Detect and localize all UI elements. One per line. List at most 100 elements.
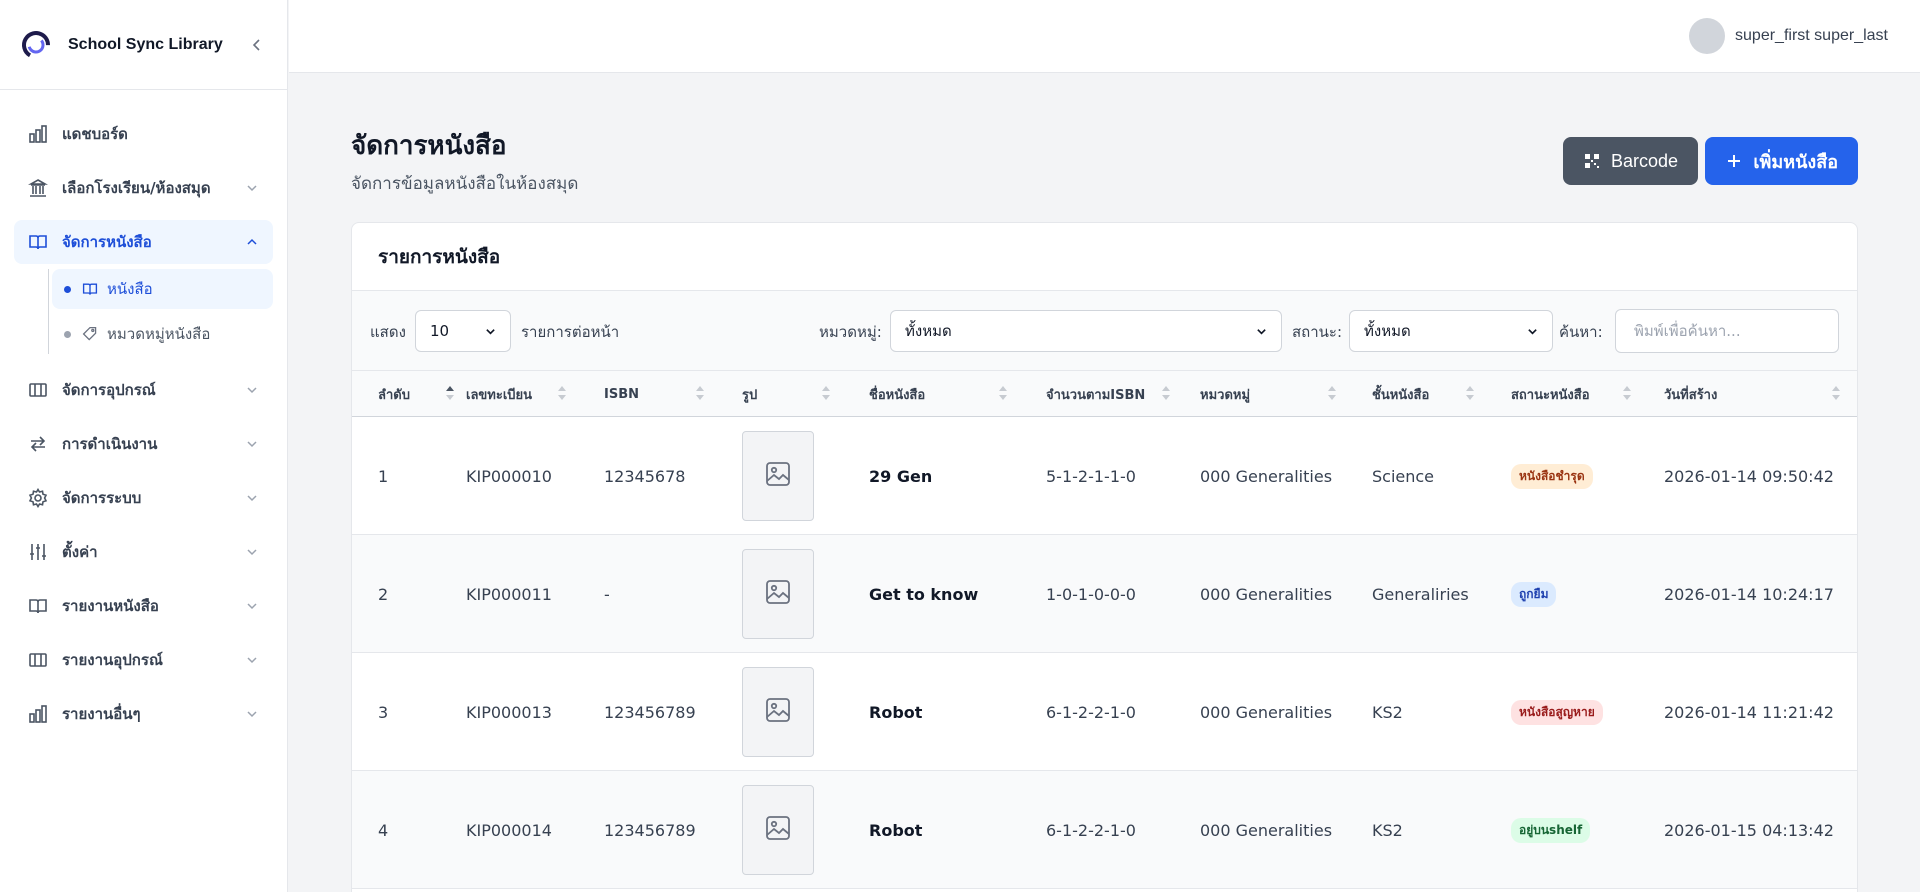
cell-no: 2 [378,584,389,604]
sidebar-item-book-reports[interactable]: รายงานหนังสือ [14,584,273,628]
table-row[interactable]: 4 KIP000014 123456789 Robot 6-1-2-2-1-0 … [352,771,1857,889]
column-header-image[interactable]: รูป [742,371,830,417]
cell-status: อยู่บนshelf [1511,771,1591,889]
table-row[interactable]: 1 KIP000010 12345678 29 Gen 5-1-2-1-1-0 … [352,417,1857,535]
cell-image [742,653,814,771]
cell-isbn: 123456789 [604,820,696,840]
sort-icon [999,386,1007,400]
column-header-shelf[interactable]: ชั้นหนังสือ [1372,371,1474,417]
sidebar-item-label: จัดการระบบ [62,489,142,507]
library-building-icon [28,178,48,198]
barcode-button[interactable]: Barcode [1562,137,1698,185]
sidebar-item-equipment-reports[interactable]: รายงานอุปกรณ์ [14,638,273,682]
sidebar-subitem-label: หมวดหมู่หนังสือ [107,325,211,343]
column-header-label: ชั้นหนังสือ [1372,387,1430,403]
chevron-down-icon [1255,325,1267,337]
sort-icon [696,386,704,400]
column-header-category[interactable]: หมวดหมู่ [1200,371,1336,417]
cell-title: Robot [869,820,923,840]
open-book-icon [28,232,48,252]
cell-title: Get to know [869,584,979,604]
sort-icon [446,386,454,400]
table-header: ลำดับ เลขทะเบียน ISBN รูป ชื่อหนังสือ จำ… [352,371,1857,417]
book-list-card: รายการหนังสือ แสดง 10 รายการต่อหน้า หมวด… [351,222,1858,892]
image-placeholder-icon [764,460,792,492]
sidebar-item-label: ตั้งค่า [62,543,98,561]
sidebar-item-other-reports[interactable]: รายงานอื่นๆ [14,692,273,736]
chevron-up-icon [245,235,259,249]
barcode-button-label: Barcode [1610,150,1678,171]
table-row[interactable]: 2 KIP000011 - Get to know 1-0-1-0-0-0 00… [352,535,1857,653]
user-menu[interactable]: super_first super_last [1689,18,1888,54]
show-label: แสดง [370,323,406,341]
chevron-down-icon [245,707,259,721]
category-value: ทั้งหมด [905,322,952,340]
sidebar-subitem-label: หนังสือ [107,280,153,298]
cell-created: 2026-01-14 10:24:17 [1664,584,1834,604]
status-value: ทั้งหมด [1364,322,1411,340]
search-label: ค้นหา: [1559,323,1603,341]
table-row[interactable]: 3 KIP000013 123456789 Robot 6-1-2-2-1-0 … [352,653,1857,771]
book-thumbnail[interactable] [742,549,814,639]
sidebar-item-select-school[interactable]: เลือกโรงเรียน/ห้องสมุด [14,166,273,210]
app-name: School Sync Library [68,35,223,53]
book-thumbnail[interactable] [742,785,814,875]
sidebar-item-system[interactable]: จัดการระบบ [14,476,273,520]
column-header-label: สถานะหนังสือ [1511,387,1590,403]
sidebar-item-label: รายงานอุปกรณ์ [62,651,163,669]
chevron-down-icon [245,599,259,613]
sidebar-subitem-book-categories[interactable]: หมวดหมู่หนังสือ [52,314,273,354]
user-name: super_first super_last [1735,27,1888,44]
sidebar-item-manage-equipment[interactable]: จัดการอุปกรณ์ [14,368,273,412]
sidebar-nav: แดชบอร์ด เลือกโรงเรียน/ห้องสมุด จัดการหน… [0,90,287,752]
cell-isbn-count: 6-1-2-2-1-0 [1046,820,1136,840]
avatar [1689,18,1726,54]
sidebar: School Sync Library แดชบอร์ด เลือกโรงเรี… [0,0,288,892]
sort-icon [1328,386,1336,400]
search-input[interactable]: พิมพ์เพื่อค้นหา... [1615,309,1839,353]
cell-category: 000 Generalities [1200,466,1333,486]
image-placeholder-icon [764,696,792,728]
sidebar-item-label: แดชบอร์ด [62,125,128,143]
column-header-registration[interactable]: เลขทะเบียน [466,371,566,417]
add-book-button[interactable]: เพิ่มหนังสือ [1705,137,1858,185]
book-thumbnail[interactable] [742,431,814,521]
column-header-created[interactable]: วันที่สร้าง [1664,371,1840,417]
sort-icon [558,386,566,400]
main-content: จัดการหนังสือ จัดการข้อมูลหนังสือในห้องส… [351,73,1858,892]
sidebar-item-settings[interactable]: ตั้งค่า [14,530,273,574]
sidebar-item-dashboard[interactable]: แดชบอร์ด [14,112,273,156]
brand: School Sync Library [0,0,287,90]
status-select[interactable]: ทั้งหมด [1349,310,1553,352]
column-header-isbn[interactable]: ISBN [604,371,704,417]
collapse-sidebar-icon[interactable] [247,35,267,55]
page-title: จัดการหนังสือ [351,131,507,161]
cell-registration: KIP000013 [466,702,552,722]
chevron-down-icon [245,437,259,451]
status-badge: หนังสือชำรุด [1511,463,1593,489]
cell-shelf: Generaliries [1372,584,1469,604]
status-badge: หนังสือสูญหาย [1511,699,1603,725]
sidebar-item-label: การดำเนินงาน [62,435,158,453]
cell-created: 2026-01-14 11:21:42 [1664,702,1834,722]
column-header-book-status[interactable]: สถานะหนังสือ [1511,371,1631,417]
cell-isbn: - [604,584,610,604]
book-thumbnail[interactable] [742,667,814,757]
sort-icon [1466,386,1474,400]
image-placeholder-icon [764,578,792,610]
column-header-title[interactable]: ชื่อหนังสือ [869,371,1007,417]
column-header-isbn-count[interactable]: จำนวนตามISBN [1046,371,1170,417]
cell-shelf: Science [1372,466,1435,486]
category-select[interactable]: ทั้งหมด [890,310,1282,352]
cell-shelf: KS2 [1372,820,1403,840]
per-page-select[interactable]: 10 [415,310,511,352]
sidebar-subitem-books[interactable]: หนังสือ [52,269,273,309]
column-header-label: จำนวนตามISBN [1046,387,1146,403]
sidebar-item-manage-books[interactable]: จัดการหนังสือ [14,220,273,264]
gear-icon [28,488,48,508]
chevron-down-icon [245,383,259,397]
sidebar-item-operations[interactable]: การดำเนินงาน [14,422,273,466]
column-header-no[interactable]: ลำดับ [378,371,454,417]
cell-isbn-count: 5-1-2-1-1-0 [1046,466,1136,486]
plus-icon [1725,152,1743,170]
